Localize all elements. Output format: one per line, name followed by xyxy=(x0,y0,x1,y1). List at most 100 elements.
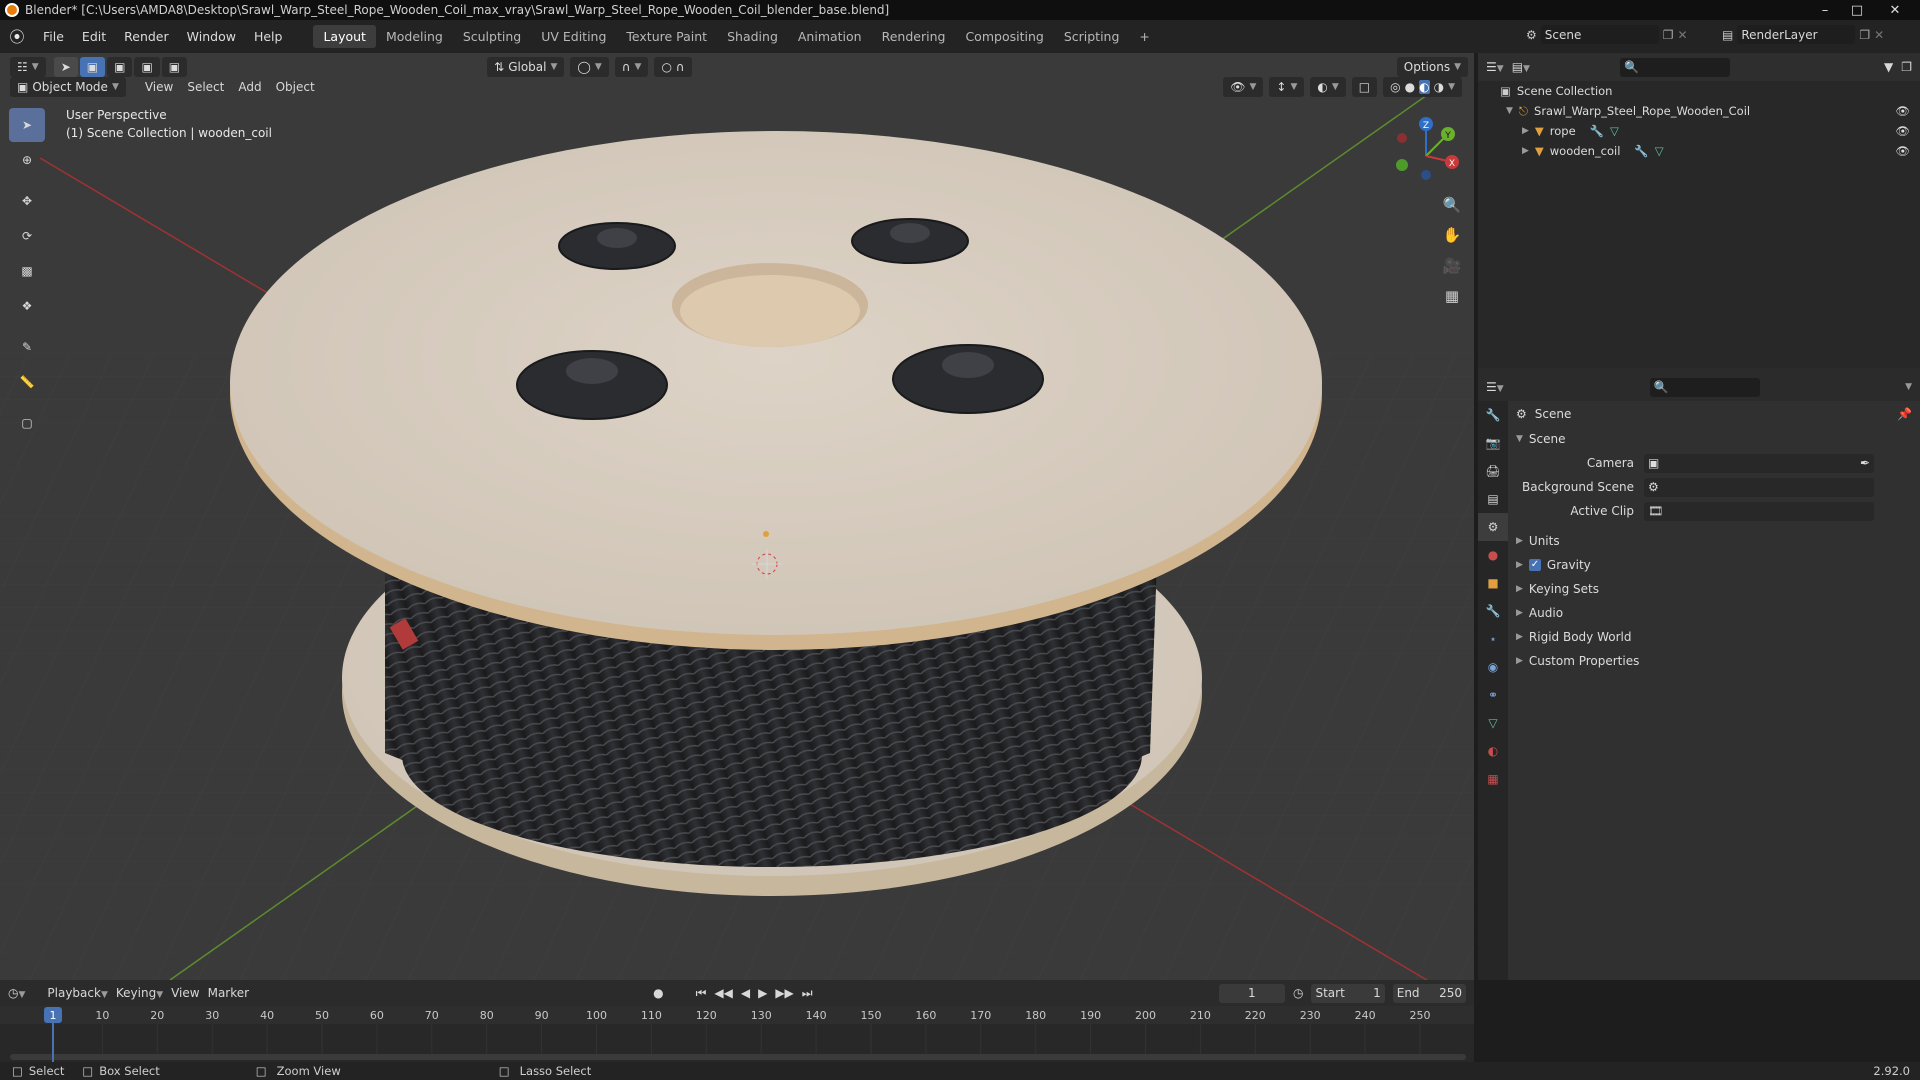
delete-scene-icon[interactable]: ✕ xyxy=(1678,28,1688,42)
view-layer-icon[interactable]: ▤ xyxy=(1722,28,1733,42)
view-menu[interactable]: View xyxy=(138,80,180,94)
panel-collapsed-icon[interactable]: ▶ xyxy=(1516,536,1523,546)
world-tab-icon[interactable]: ● xyxy=(1478,541,1508,569)
maximize-button[interactable]: □ xyxy=(1842,0,1872,20)
display-mode-icon[interactable]: ▤▼ xyxy=(1512,60,1530,74)
custom-properties-panel[interactable]: ▶ Custom Properties xyxy=(1508,649,1920,673)
modifier-wrench-icon[interactable]: 🔧 xyxy=(1590,124,1604,138)
properties-editor-type-icon[interactable]: ☰▼ xyxy=(1486,380,1504,394)
shading-modes[interactable]: ◎ ● ◐ ◑ ▼ xyxy=(1383,77,1462,97)
properties-search-input[interactable]: 🔍 xyxy=(1649,377,1760,397)
mode-dropdown[interactable]: ▣ Object Mode ▼ xyxy=(10,77,126,97)
physics-tab-icon[interactable]: ◉ xyxy=(1478,653,1508,681)
filter-icon[interactable]: ▼ xyxy=(1884,60,1893,74)
xray-icon[interactable]: □ xyxy=(1351,77,1378,97)
menu-render[interactable]: Render xyxy=(115,29,178,44)
rigid-body-world-panel[interactable]: ▶ Rigid Body World xyxy=(1508,625,1920,649)
jump-start-icon[interactable]: ⏮ xyxy=(696,986,707,1001)
object-tab-icon[interactable]: ■ xyxy=(1478,569,1508,597)
outliner-search-input[interactable]: 🔍 xyxy=(1619,57,1730,77)
menu-help[interactable]: Help xyxy=(245,29,292,44)
object-menu[interactable]: Object xyxy=(269,80,322,94)
tab-scripting[interactable]: Scripting xyxy=(1054,25,1130,48)
mesh-data-icon[interactable]: ▽ xyxy=(1655,144,1664,158)
gizmo-toggle-icon[interactable]: ↕ ▼ xyxy=(1269,77,1305,97)
end-frame-field[interactable]: End 250 xyxy=(1392,983,1466,1003)
view-layer-tab-icon[interactable]: ▤ xyxy=(1478,485,1508,513)
panel-collapsed-icon[interactable]: ▶ xyxy=(1516,656,1523,666)
annotate-tool-icon[interactable]: ✎ xyxy=(9,330,45,364)
pin-icon[interactable]: 📌 xyxy=(1897,407,1912,421)
overlays-icon[interactable]: ◐ ▼ xyxy=(1310,77,1346,97)
active-clip-field[interactable]: 🎞 xyxy=(1644,501,1874,521)
mesh-data-icon[interactable]: ▽ xyxy=(1610,124,1619,138)
tab-compositing[interactable]: Compositing xyxy=(955,25,1053,48)
close-button[interactable]: ✕ xyxy=(1874,0,1916,20)
scene-panel-header[interactable]: ▼ Scene xyxy=(1508,427,1920,451)
eye-icon[interactable]: 👁 xyxy=(1895,144,1910,158)
rendered-shading-icon[interactable]: ◑ xyxy=(1434,80,1444,94)
tree-scene-collection[interactable]: ▣ Scene Collection xyxy=(1478,81,1920,101)
panel-expand-icon[interactable]: ▼ xyxy=(1516,434,1523,444)
panel-collapsed-icon[interactable]: ▶ xyxy=(1516,608,1523,618)
scene-selector[interactable]: Scene xyxy=(1540,25,1659,44)
gravity-checkbox[interactable]: ✓ xyxy=(1528,559,1541,571)
navigation-gizmo[interactable]: Z Y X xyxy=(1388,110,1468,190)
menu-edit[interactable]: Edit xyxy=(73,29,115,44)
tab-shading[interactable]: Shading xyxy=(717,25,788,48)
tool-tab-icon[interactable]: 🔧 xyxy=(1478,401,1508,429)
new-view-layer-icon[interactable]: ❐ xyxy=(1859,28,1870,42)
keying-menu[interactable]: Keying▼ xyxy=(116,986,163,1000)
record-icon[interactable]: ● xyxy=(653,986,663,1000)
start-frame-field[interactable]: Start 1 xyxy=(1311,983,1385,1003)
play-icon[interactable]: ▶ xyxy=(758,986,767,1000)
rotate-tool-icon[interactable]: ⟳ xyxy=(9,219,45,253)
modifier-tab-icon[interactable]: 🔧 xyxy=(1478,597,1508,625)
menu-window[interactable]: Window xyxy=(178,29,245,44)
add-cube-tool-icon[interactable]: ▢ xyxy=(9,406,45,440)
camera-view-icon[interactable]: 🎥 xyxy=(1438,252,1466,280)
add-menu[interactable]: Add xyxy=(231,80,268,94)
marker-menu[interactable]: Marker xyxy=(208,986,249,1000)
add-workspace-icon[interactable]: + xyxy=(1129,25,1159,48)
transform-tool-icon[interactable]: ❖ xyxy=(9,289,45,323)
camera-field[interactable]: ▣ ✒ xyxy=(1644,453,1874,473)
tab-texture-paint[interactable]: Texture Paint xyxy=(616,25,717,48)
expand-arrow-icon[interactable]: ▶ xyxy=(1522,146,1529,156)
background-scene-field[interactable]: ⚙ xyxy=(1644,477,1874,497)
menu-file[interactable]: File xyxy=(34,29,73,44)
scene-icon[interactable]: ⚙ xyxy=(1526,28,1537,42)
expand-arrow-icon[interactable]: ▶ xyxy=(1522,126,1529,136)
tab-sculpting[interactable]: Sculpting xyxy=(453,25,531,48)
blender-menu-icon[interactable]: ⦿ xyxy=(0,26,34,47)
view-layer-selector[interactable]: RenderLayer xyxy=(1737,25,1856,44)
3d-viewport[interactable] xyxy=(0,53,1474,980)
minimize-button[interactable]: – xyxy=(1810,0,1840,20)
toggle-ortho-icon[interactable]: ▦ xyxy=(1438,282,1466,310)
audio-panel[interactable]: ▶ Audio xyxy=(1508,601,1920,625)
jump-end-icon[interactable]: ⏭ xyxy=(802,986,813,1001)
select-menu[interactable]: Select xyxy=(180,80,231,94)
tree-collection[interactable]: ▼ ⎋ Srawl_Warp_Steel_Rope_Wooden_Coil 👁 xyxy=(1478,101,1920,121)
zoom-icon[interactable]: 🔍 xyxy=(1438,191,1466,219)
eye-icon[interactable]: 👁 xyxy=(1895,104,1910,118)
eye-icon[interactable]: 👁 xyxy=(1895,124,1910,138)
panel-collapsed-icon[interactable]: ▶ xyxy=(1516,560,1523,570)
play-reverse-icon[interactable]: ◀ xyxy=(741,986,750,1000)
constraints-tab-icon[interactable]: ⚭ xyxy=(1478,681,1508,709)
solid-shading-icon[interactable]: ● xyxy=(1405,80,1415,94)
timeline-view-menu[interactable]: View xyxy=(171,986,199,1000)
output-tab-icon[interactable]: 🖨 xyxy=(1478,457,1508,485)
select-box-tool-icon[interactable]: ➤ xyxy=(9,108,45,142)
cursor-tool-icon[interactable]: ⊕ xyxy=(9,143,45,177)
new-collection-icon[interactable]: ❐ xyxy=(1901,60,1912,74)
scene-tab-icon[interactable]: ⚙ xyxy=(1478,513,1508,541)
tab-animation[interactable]: Animation xyxy=(788,25,872,48)
pan-hand-icon[interactable]: ✋ xyxy=(1438,221,1466,249)
visibility-icon[interactable]: 👁 ▼ xyxy=(1223,77,1264,97)
prev-keyframe-icon[interactable]: ◀◀ xyxy=(714,986,732,1000)
modifier-wrench-icon[interactable]: 🔧 xyxy=(1634,144,1648,158)
texture-tab-icon[interactable]: ▦ xyxy=(1478,765,1508,793)
outliner-editor-type-icon[interactable]: ☰▼ xyxy=(1486,60,1504,74)
preview-range-icon[interactable]: ◷ xyxy=(1293,986,1303,1000)
